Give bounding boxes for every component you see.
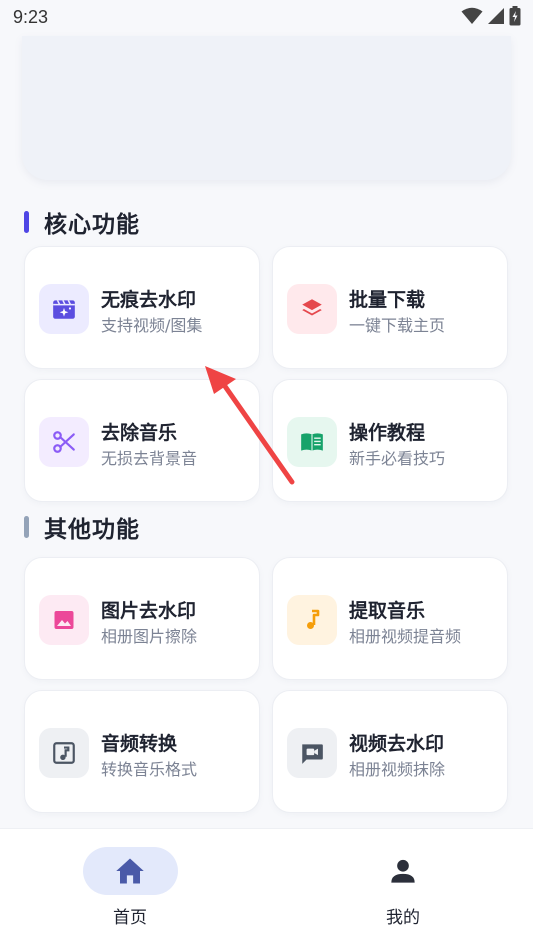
wifi-icon [461, 7, 483, 29]
section-core-title: 核心功能 [24, 207, 140, 238]
card-subtitle: 支持视频/图集 [101, 316, 203, 335]
card-image-watermark[interactable]: 图片去水印 相册图片擦除 [24, 557, 260, 680]
section-other-accent [24, 516, 29, 538]
nav-home-label: 首页 [113, 908, 147, 928]
nav-home[interactable]: 首页 [60, 847, 200, 937]
card-subtitle: 新手必看技巧 [349, 449, 446, 468]
card-subtitle: 一键下载主页 [349, 316, 446, 335]
battery-icon [509, 6, 521, 30]
card-title: 无痕去水印 [101, 289, 197, 311]
card-title: 图片去水印 [101, 600, 197, 622]
card-tutorial[interactable]: 操作教程 新手必看技巧 [272, 379, 508, 502]
book-icon [287, 417, 337, 467]
card-title: 操作教程 [349, 422, 426, 444]
banner-card[interactable] [22, 36, 511, 180]
card-subtitle: 相册图片擦除 [101, 627, 198, 646]
card-batch-download[interactable]: 批量下载 一键下载主页 [272, 246, 508, 369]
card-audio-convert[interactable]: 音频转换 转换音乐格式 [24, 690, 260, 813]
music-note-icon [287, 595, 337, 645]
card-title: 去除音乐 [101, 422, 178, 444]
home-icon [116, 858, 144, 884]
card-video-watermark[interactable]: 视频去水印 相册视频抹除 [272, 690, 508, 813]
image-icon [39, 595, 89, 645]
card-title: 视频去水印 [349, 733, 445, 755]
person-icon [391, 859, 415, 883]
card-remove-music[interactable]: 去除音乐 无损去背景音 [24, 379, 260, 502]
nav-home-pill [82, 847, 178, 895]
section-core-accent [24, 211, 29, 233]
bottom-nav: 首页 我的 [0, 828, 533, 948]
signal-icon [487, 7, 505, 29]
audio-file-icon [39, 728, 89, 778]
card-subtitle: 转换音乐格式 [101, 760, 198, 779]
card-title: 批量下载 [349, 289, 426, 311]
video-chat-icon [287, 728, 337, 778]
card-title: 提取音乐 [349, 600, 426, 622]
app-screen: 9:23 核心功能 无痕去水印 支持视频/图集 批量下载 一键下载主页 去除音乐… [0, 0, 533, 948]
scissors-icon [39, 417, 89, 467]
nav-mine[interactable]: 我的 [333, 847, 473, 937]
status-icons [461, 6, 521, 30]
nav-mine-pill [356, 847, 451, 895]
status-time: 9:23 [13, 7, 49, 27]
card-extract-music[interactable]: 提取音乐 相册视频提音频 [272, 557, 508, 680]
card-remove-watermark[interactable]: 无痕去水印 支持视频/图集 [24, 246, 260, 369]
card-subtitle: 相册视频提音频 [349, 627, 462, 646]
card-subtitle: 无损去背景音 [101, 449, 198, 468]
nav-mine-label: 我的 [386, 908, 420, 928]
movie-sparkle-icon [39, 284, 89, 334]
layers-icon [287, 284, 337, 334]
status-bar: 9:23 [0, 0, 533, 36]
card-subtitle: 相册视频抹除 [349, 760, 446, 779]
section-other-title: 其他功能 [24, 512, 140, 543]
card-title: 音频转换 [101, 733, 178, 755]
